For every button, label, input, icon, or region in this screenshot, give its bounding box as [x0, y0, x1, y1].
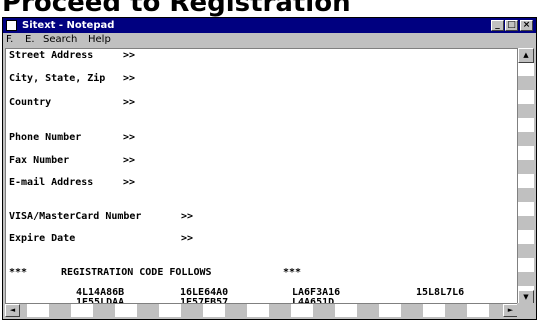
registration-trail: ***	[283, 267, 302, 278]
registration-heading: REGISTRATION CODE FOLLOWS	[61, 267, 212, 278]
menu-search[interactable]: Search	[43, 33, 77, 47]
menu-bar: F. E. Search Help	[3, 33, 536, 47]
scrollbar-corner	[517, 303, 534, 317]
field-label: E-mail Address	[9, 177, 94, 188]
caption-text: Proceed to Registration	[2, 0, 351, 17]
notepad-window: Sitext - Notepad _ □ × F. E. Search Help…	[2, 17, 537, 320]
field-label: Country	[9, 97, 52, 108]
background-caption: Proceed to Registration	[0, 0, 539, 17]
menu-edit[interactable]: E.	[25, 33, 35, 47]
field-marker: >>	[181, 233, 194, 244]
minimize-button[interactable]: _	[491, 20, 504, 31]
notepad-icon[interactable]	[6, 20, 17, 31]
title-bar[interactable]: Sitext - Notepad _ □ ×	[3, 18, 536, 33]
field-label: Phone Number	[9, 132, 82, 143]
scroll-left-arrow-icon[interactable]: ◄	[5, 304, 20, 317]
field-marker: >>	[123, 155, 136, 166]
horizontal-scrollbar[interactable]: ◄ ►	[5, 303, 518, 317]
vertical-scrollbar[interactable]: ▲ ▼	[517, 48, 534, 305]
menu-file[interactable]: F.	[6, 33, 13, 47]
field-label: City, State, Zip	[9, 73, 106, 84]
close-button[interactable]: ×	[520, 20, 533, 31]
field-marker: >>	[123, 97, 136, 108]
registration-code: 15L8L7L6	[416, 287, 465, 298]
field-marker: >>	[181, 211, 194, 222]
registration-lead: ***	[9, 267, 28, 278]
window-title: Sitext - Notepad	[22, 20, 115, 31]
field-marker: >>	[123, 73, 136, 84]
field-label: Expire Date	[9, 233, 76, 244]
field-marker: >>	[123, 132, 136, 143]
text-editor[interactable]: Street Address >> City, State, Zip >> Co…	[5, 48, 518, 305]
scroll-up-arrow-icon[interactable]: ▲	[518, 48, 534, 63]
field-label: VISA/MasterCard Number	[9, 211, 142, 222]
field-label: Fax Number	[9, 155, 70, 166]
menu-help[interactable]: Help	[88, 33, 111, 47]
field-marker: >>	[123, 50, 136, 61]
maximize-button[interactable]: □	[505, 20, 518, 31]
field-label: Street Address	[9, 50, 94, 61]
field-marker: >>	[123, 177, 136, 188]
scroll-right-arrow-icon[interactable]: ►	[503, 304, 518, 317]
